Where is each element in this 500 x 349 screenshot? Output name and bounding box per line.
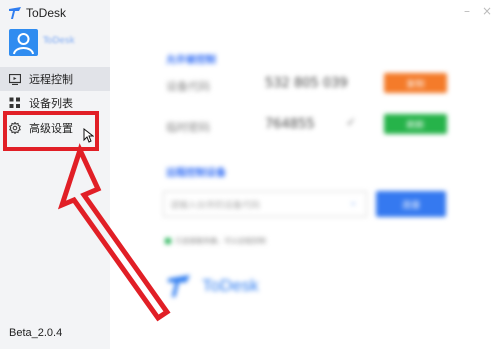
annotation-arrow-icon [57,143,171,322]
